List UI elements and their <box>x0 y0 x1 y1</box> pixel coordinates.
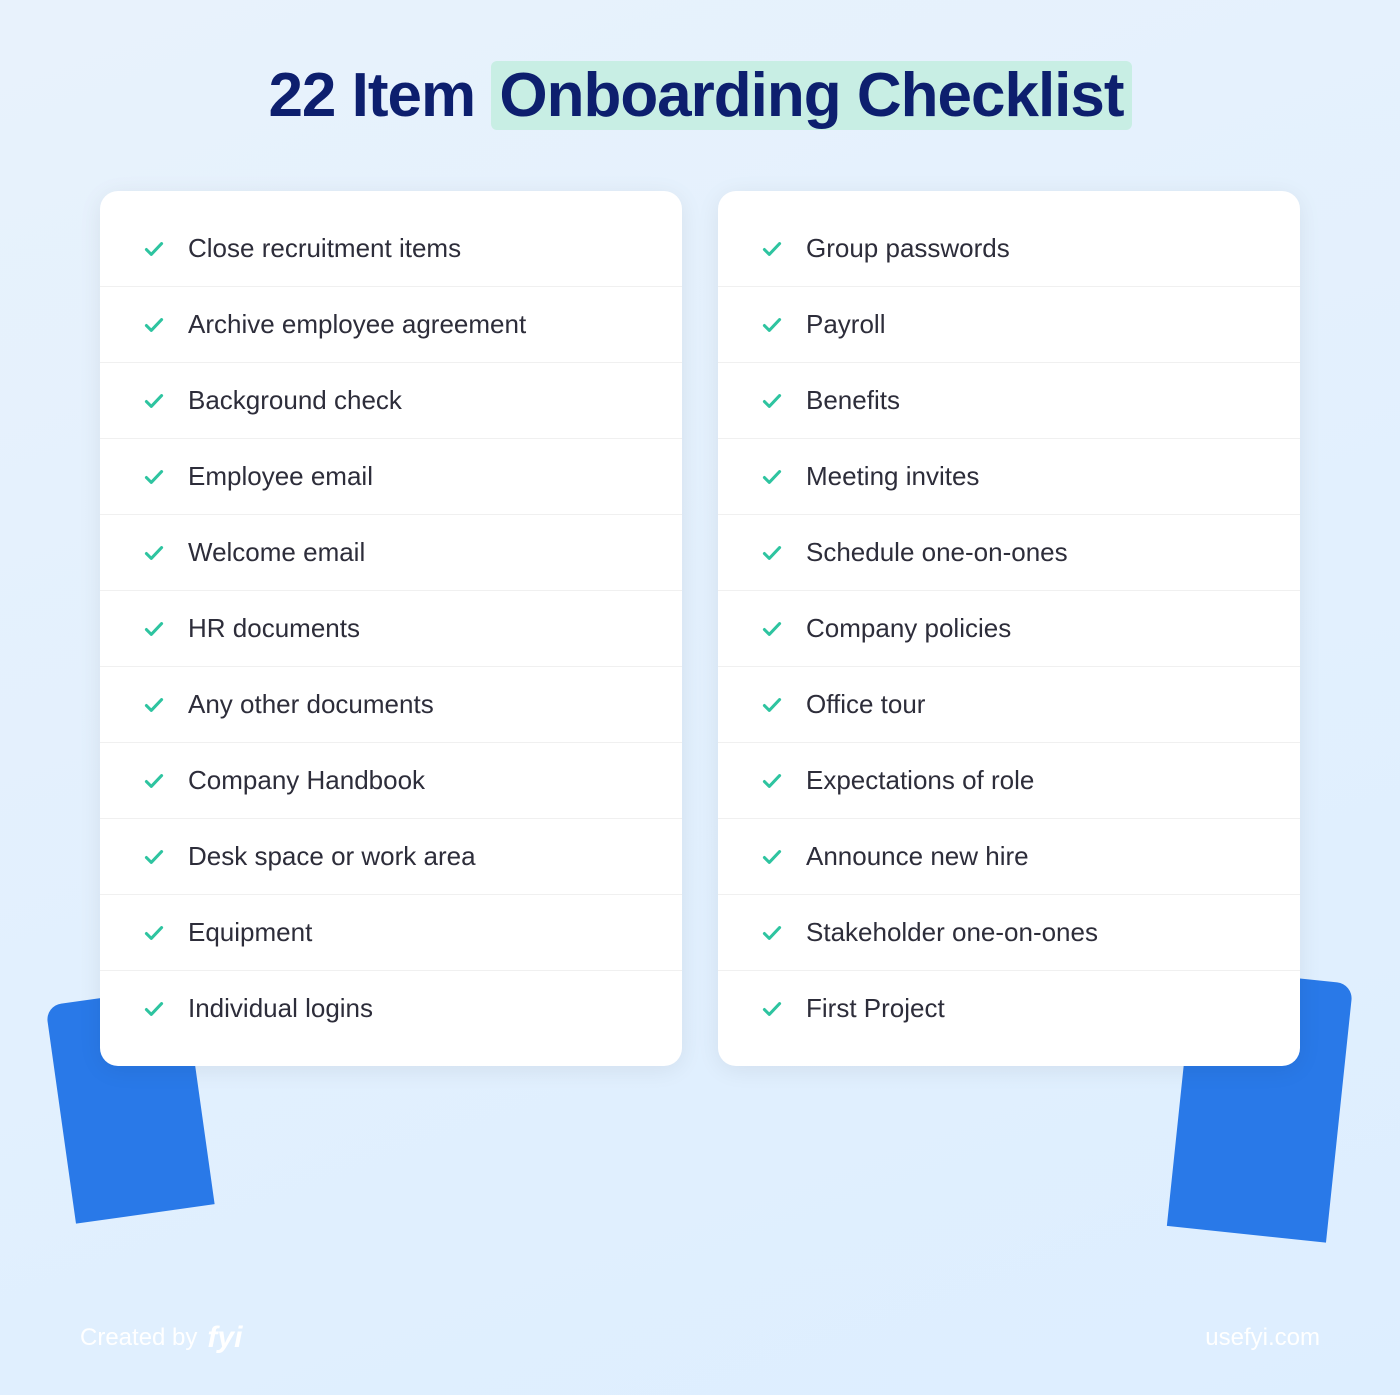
list-item: Employee email <box>100 439 682 515</box>
list-item: Payroll <box>718 287 1300 363</box>
list-item: Welcome email <box>100 515 682 591</box>
check-icon <box>140 615 168 643</box>
list-item: Schedule one-on-ones <box>718 515 1300 591</box>
list-item: Meeting invites <box>718 439 1300 515</box>
check-icon <box>758 995 786 1023</box>
item-label: Office tour <box>806 689 925 720</box>
footer-left: Created by fyi <box>80 1321 242 1355</box>
item-label: Meeting invites <box>806 461 979 492</box>
check-icon <box>140 843 168 871</box>
title-prefix: 22 Item <box>268 61 491 130</box>
list-item: Benefits <box>718 363 1300 439</box>
list-item: Individual logins <box>100 971 682 1046</box>
check-icon <box>758 767 786 795</box>
list-item: Group passwords <box>718 211 1300 287</box>
check-icon <box>140 539 168 567</box>
list-item: Close recruitment items <box>100 211 682 287</box>
list-item: First Project <box>718 971 1300 1046</box>
item-label: Payroll <box>806 309 885 340</box>
check-icon <box>140 767 168 795</box>
created-by-label: Created by <box>80 1324 197 1352</box>
list-item: Desk space or work area <box>100 819 682 895</box>
item-label: First Project <box>806 993 945 1024</box>
footer: Created by fyi usefyi.com <box>0 1321 1400 1355</box>
item-label: Company Handbook <box>188 765 425 796</box>
check-icon <box>140 919 168 947</box>
item-label: Background check <box>188 385 402 416</box>
left-checklist-card: Close recruitment items Archive employee… <box>100 191 682 1066</box>
checklist-container: Close recruitment items Archive employee… <box>100 191 1300 1066</box>
item-label: Archive employee agreement <box>188 309 526 340</box>
item-label: Welcome email <box>188 537 365 568</box>
list-item: Equipment <box>100 895 682 971</box>
check-icon <box>758 463 786 491</box>
list-item: Office tour <box>718 667 1300 743</box>
item-label: Equipment <box>188 917 312 948</box>
check-icon <box>758 311 786 339</box>
item-label: Stakeholder one-on-ones <box>806 917 1098 948</box>
item-label: Any other documents <box>188 689 434 720</box>
item-label: Employee email <box>188 461 373 492</box>
item-label: Company policies <box>806 613 1011 644</box>
check-icon <box>140 387 168 415</box>
footer-logo: fyi <box>207 1321 242 1355</box>
item-label: Close recruitment items <box>188 233 461 264</box>
item-label: Expectations of role <box>806 765 1034 796</box>
title-section: 22 Item Onboarding Checklist <box>268 60 1131 131</box>
list-item: Stakeholder one-on-ones <box>718 895 1300 971</box>
check-icon <box>758 235 786 263</box>
check-icon <box>140 311 168 339</box>
list-item: HR documents <box>100 591 682 667</box>
check-icon <box>140 463 168 491</box>
item-label: Group passwords <box>806 233 1010 264</box>
list-item: Archive employee agreement <box>100 287 682 363</box>
check-icon <box>140 691 168 719</box>
list-item: Expectations of role <box>718 743 1300 819</box>
check-icon <box>758 919 786 947</box>
item-label: Desk space or work area <box>188 841 476 872</box>
check-icon <box>758 615 786 643</box>
right-checklist-card: Group passwords Payroll Benefits Meeting… <box>718 191 1300 1066</box>
list-item: Company policies <box>718 591 1300 667</box>
check-icon <box>758 539 786 567</box>
title-highlighted: Onboarding Checklist <box>491 61 1131 130</box>
item-label: HR documents <box>188 613 360 644</box>
list-item: Company Handbook <box>100 743 682 819</box>
list-item: Any other documents <box>100 667 682 743</box>
check-icon <box>140 995 168 1023</box>
check-icon <box>758 387 786 415</box>
item-label: Announce new hire <box>806 841 1029 872</box>
item-label: Individual logins <box>188 993 373 1024</box>
item-label: Benefits <box>806 385 900 416</box>
page-title: 22 Item Onboarding Checklist <box>268 60 1131 131</box>
check-icon <box>758 843 786 871</box>
page-wrapper: 22 Item Onboarding Checklist Close recru… <box>0 0 1400 1395</box>
footer-website: usefyi.com <box>1205 1324 1320 1352</box>
list-item: Announce new hire <box>718 819 1300 895</box>
list-item: Background check <box>100 363 682 439</box>
check-icon <box>758 691 786 719</box>
item-label: Schedule one-on-ones <box>806 537 1068 568</box>
check-icon <box>140 235 168 263</box>
